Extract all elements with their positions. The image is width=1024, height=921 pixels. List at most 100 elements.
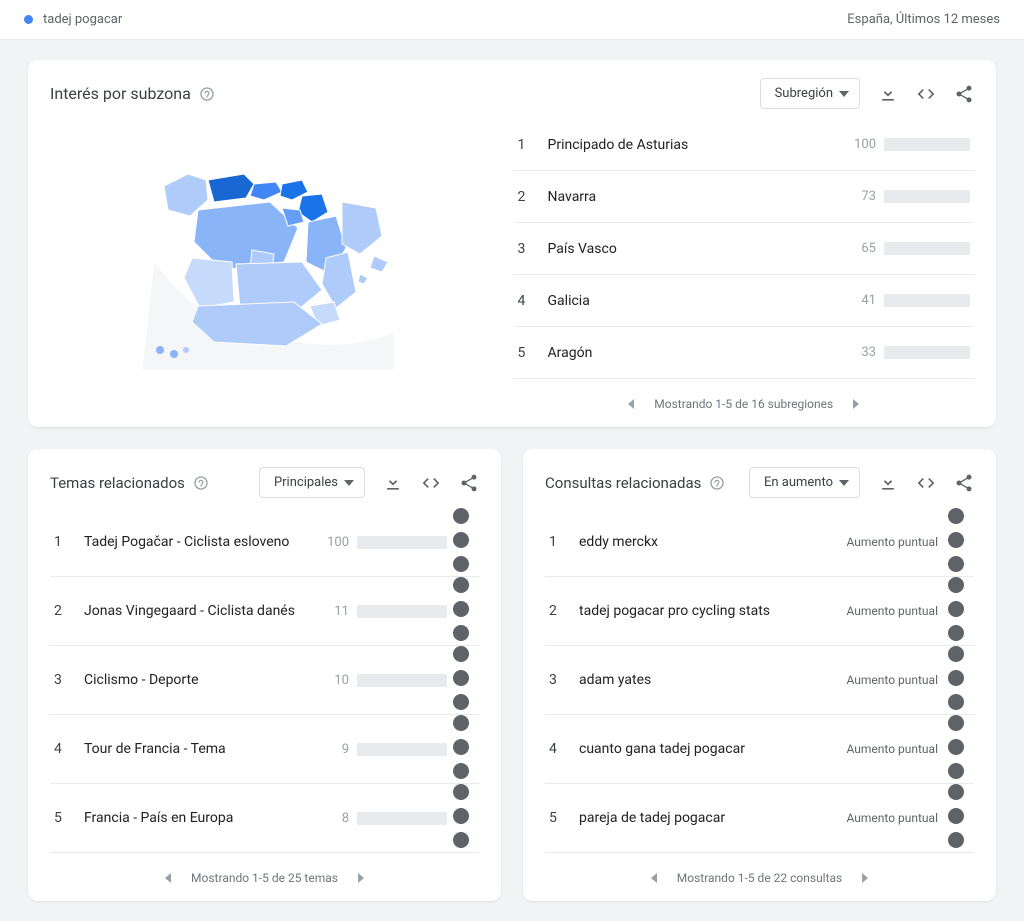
topic-name: Ciclismo - Deporte: [78, 672, 317, 688]
more-options[interactable]: [447, 715, 475, 783]
topic-value: 11: [317, 604, 357, 619]
help-icon[interactable]: [199, 86, 215, 102]
spain-map[interactable]: [142, 140, 402, 370]
more-vert-icon: [948, 646, 964, 710]
region-pager-text: Mostrando 1-5 de 16 subregiones: [654, 397, 833, 411]
embed-icon[interactable]: [916, 473, 936, 493]
topic-bar: [357, 605, 447, 618]
region-row[interactable]: 5 Aragón 33: [514, 327, 974, 379]
topic-bar: [357, 536, 447, 549]
subzone-title: Interés por subzona: [50, 84, 215, 103]
more-options[interactable]: [447, 508, 475, 576]
more-options[interactable]: [942, 646, 970, 714]
region-value: 73: [844, 189, 884, 204]
topic-bar: [357, 743, 447, 756]
more-vert-icon: [453, 577, 469, 641]
region-name: Principado de Asturias: [542, 137, 844, 153]
topic-row[interactable]: 4 Tour de Francia - Tema 9: [50, 715, 479, 784]
region-bar: [884, 190, 970, 203]
chevron-left-icon[interactable]: [163, 873, 173, 883]
region-list: 1 Principado de Asturias 100 2 Navarra 7…: [514, 119, 974, 411]
topic-bar: [357, 812, 447, 825]
embed-icon[interactable]: [421, 473, 441, 493]
chevron-down-icon: [839, 89, 849, 99]
query-name: tadej pogacar pro cycling stats: [573, 603, 847, 619]
download-icon[interactable]: [878, 473, 898, 493]
region-name: Galicia: [542, 293, 844, 309]
region-rank: 3: [518, 241, 542, 257]
more-options[interactable]: [942, 784, 970, 852]
topics-title: Temas relacionados: [50, 474, 209, 492]
help-icon[interactable]: [193, 475, 209, 491]
topic-row[interactable]: 2 Jonas Vingegaard - Ciclista danés 11: [50, 577, 479, 646]
embed-icon[interactable]: [916, 84, 936, 104]
rising-badge: Aumento puntual: [847, 604, 943, 618]
region-rank: 5: [518, 345, 542, 361]
region-value: 33: [844, 345, 884, 360]
topics-pager: Mostrando 1-5 de 25 temas: [50, 871, 479, 885]
download-icon[interactable]: [878, 84, 898, 104]
more-options[interactable]: [447, 784, 475, 852]
more-options[interactable]: [942, 508, 970, 576]
query-row[interactable]: 3 adam yates Aumento puntual: [545, 646, 974, 715]
share-icon[interactable]: [954, 84, 974, 104]
chevron-left-icon[interactable]: [626, 399, 636, 409]
region-name: País Vasco: [542, 241, 844, 257]
region-rank: 1: [518, 137, 542, 153]
topics-sort-selector[interactable]: Principales: [259, 467, 365, 498]
topic-name: Tour de Francia - Tema: [78, 741, 317, 757]
map-container[interactable]: [50, 119, 494, 411]
rising-badge: Aumento puntual: [847, 535, 943, 549]
chevron-right-icon[interactable]: [356, 873, 366, 883]
help-icon[interactable]: [709, 475, 725, 491]
rising-badge: Aumento puntual: [847, 742, 943, 756]
query-row[interactable]: 4 cuanto gana tadej pogacar Aumento punt…: [545, 715, 974, 784]
region-row[interactable]: 4 Galicia 41: [514, 275, 974, 327]
topics-sort-label: Principales: [274, 475, 338, 490]
share-icon[interactable]: [954, 473, 974, 493]
chevron-right-icon[interactable]: [851, 399, 861, 409]
topic-name: Jonas Vingegaard - Ciclista danés: [78, 603, 317, 619]
share-icon[interactable]: [459, 473, 479, 493]
topic-list: 1 Tadej Pogačar - Ciclista esloveno 100 …: [50, 508, 479, 853]
topic-row[interactable]: 1 Tadej Pogačar - Ciclista esloveno 100: [50, 508, 479, 577]
search-term[interactable]: tadej pogacar: [24, 12, 122, 27]
topics-head: Temas relacionados Principales: [50, 467, 479, 498]
download-icon[interactable]: [383, 473, 403, 493]
more-vert-icon: [948, 508, 964, 572]
query-row[interactable]: 5 pareja de tadej pogacar Aumento puntua…: [545, 784, 974, 853]
query-name: adam yates: [573, 672, 847, 688]
region-value: 100: [844, 137, 884, 152]
scope-label: España, Últimos 12 meses: [847, 12, 1000, 27]
query-row[interactable]: 2 tadej pogacar pro cycling stats Aument…: [545, 577, 974, 646]
region-value: 41: [844, 293, 884, 308]
query-name: pareja de tadej pogacar: [573, 810, 847, 826]
topic-row[interactable]: 5 Francia - País en Europa 8: [50, 784, 479, 853]
subzone-level-selector[interactable]: Subregión: [760, 78, 860, 109]
query-row[interactable]: 1 eddy merckx Aumento puntual: [545, 508, 974, 577]
topic-value: 8: [317, 811, 357, 826]
topic-row[interactable]: 3 Ciclismo - Deporte 10: [50, 646, 479, 715]
queries-actions: En aumento: [749, 467, 974, 498]
topbar: tadej pogacar España, Últimos 12 meses: [0, 0, 1024, 40]
chevron-down-icon: [344, 478, 354, 488]
rising-badge: Aumento puntual: [847, 811, 943, 825]
chevron-left-icon[interactable]: [649, 873, 659, 883]
region-row[interactable]: 3 País Vasco 65: [514, 223, 974, 275]
region-name: Aragón: [542, 345, 844, 361]
region-row[interactable]: 2 Navarra 73: [514, 171, 974, 223]
queries-sort-selector[interactable]: En aumento: [749, 467, 860, 498]
region-bar: [884, 294, 970, 307]
more-vert-icon: [948, 577, 964, 641]
topic-rank: 2: [54, 603, 78, 619]
more-options[interactable]: [447, 646, 475, 714]
more-options[interactable]: [942, 715, 970, 783]
region-row[interactable]: 1 Principado de Asturias 100: [514, 119, 974, 171]
query-list: 1 eddy merckx Aumento puntual 2 tadej po…: [545, 508, 974, 853]
region-bar: [884, 138, 970, 151]
region-bar: [884, 346, 970, 359]
more-options[interactable]: [942, 577, 970, 645]
more-options[interactable]: [447, 577, 475, 645]
queries-head: Consultas relacionadas En aumento: [545, 467, 974, 498]
chevron-right-icon[interactable]: [860, 873, 870, 883]
